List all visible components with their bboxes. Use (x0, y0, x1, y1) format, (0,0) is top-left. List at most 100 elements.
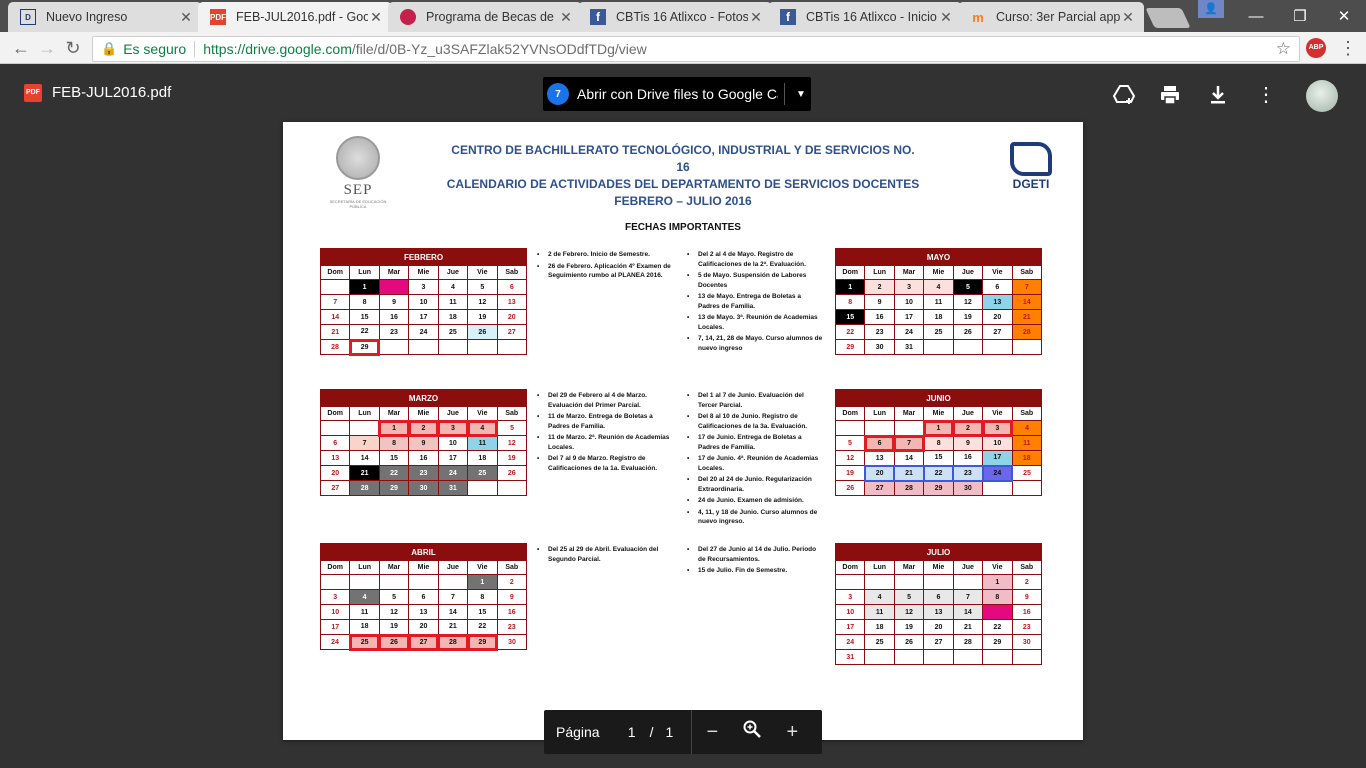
tab-feb-jul2016-pdf[interactable]: PDF FEB-JUL2016.pdf - Goog ✕ (198, 2, 392, 32)
adblock-plus-icon[interactable]: ABP (1306, 38, 1326, 58)
calendar-day-cell: 12 (834, 450, 866, 466)
calendar-day-cell: 26 (378, 633, 410, 651)
tab-nuevo-ingreso[interactable]: D Nuevo Ingreso ✕ (8, 2, 202, 32)
calendar-day-cell: 14 (893, 450, 925, 466)
weekday-header: Mie (408, 560, 439, 575)
calendar-day-cell: 11 (349, 604, 380, 620)
back-arrow-icon[interactable]: ← (10, 38, 32, 60)
url-host: https://drive.google.com (203, 41, 352, 57)
calendar-day-cell: 7 (952, 589, 984, 605)
more-options-icon[interactable]: ⋮ (1254, 83, 1278, 107)
close-icon[interactable]: ✕ (558, 9, 574, 26)
close-icon[interactable]: ✕ (748, 9, 764, 26)
calendar-day-cell: 2 (407, 419, 440, 437)
calendar-day-cell: 26 (496, 465, 528, 481)
bookmark-star-icon[interactable]: ☆ (1276, 39, 1291, 59)
page-number-input[interactable]: 1 (626, 724, 638, 740)
tab-programa-becas[interactable]: Programa de Becas de E ✕ (388, 2, 582, 32)
calendar-day-cell (349, 574, 380, 590)
window-close-icon[interactable]: ✕ (1322, 0, 1366, 32)
calendar-day-cell: 17 (437, 450, 469, 466)
calendar-day-cell: 2 (1011, 574, 1043, 590)
calendar-day-cell: 1 (378, 419, 410, 437)
weekday-header: Vie (467, 265, 498, 280)
calendar-week-row: 3456789 (319, 589, 528, 605)
avatar[interactable] (1306, 80, 1338, 112)
calendar-day-cell (982, 649, 1013, 665)
calendar-day-cell (378, 574, 410, 590)
weekday-header: Vie (467, 406, 498, 421)
calendar-day-cell: 6 (923, 589, 954, 605)
calendar-mayo: MAYO Dom Lun Mar Mie Jue Vie Sab 1 2 3 4 5 6 7 8 9 10 11 12… (834, 248, 1043, 355)
calendar-junio: JUNIO Dom Lun Mar Mie Jue Vie Sab 1 2 3 4 5 6 7 8 9 10 11 1… (834, 389, 1043, 496)
calendar-day-cell: 1 (349, 279, 380, 295)
calendar-day-cell: 16 (864, 309, 895, 325)
chrome-menu-icon[interactable]: ⋮ (1338, 36, 1358, 60)
calendar-day-cell: 23 (864, 324, 895, 340)
calendar-month-title: ABRIL (320, 543, 527, 561)
maximize-icon[interactable]: ❐ (1278, 0, 1322, 32)
add-to-drive-icon[interactable] (1112, 83, 1136, 107)
zoom-in-icon[interactable]: + (772, 721, 812, 744)
weekday-header: Sab (1011, 560, 1043, 575)
weekday-header: Vie (982, 406, 1013, 421)
calendar-day-cell: 28 (952, 634, 984, 650)
calendar-day-cell: 28 (349, 480, 380, 496)
address-bar[interactable]: 🔒 Es seguro https://drive.google.com /fi… (92, 36, 1300, 62)
calendar-day-cell: 3 (893, 279, 925, 295)
open-with-button[interactable]: 7 Abrir con Drive files to Google Cal...… (543, 77, 811, 111)
chevron-down-icon[interactable]: ▼ (791, 89, 811, 100)
close-icon[interactable]: ✕ (938, 9, 954, 26)
calendar-day-cell: 5 (834, 435, 866, 451)
weekday-header: Lun (349, 265, 380, 280)
download-icon[interactable] (1206, 83, 1230, 107)
calendar-month-title: JUNIO (835, 389, 1042, 407)
close-icon[interactable]: ✕ (178, 9, 194, 26)
calendar-day-cell: 21 (349, 465, 380, 481)
calendar-day-cell (437, 574, 469, 590)
weekday-header: Dom (834, 406, 866, 421)
tab-curso-3er-parcial[interactable]: m Curso: 3er Parcial apps y ✕ (958, 2, 1144, 32)
calendar-day-cell: 4 (923, 279, 954, 295)
calendar-day-cell: 5 (378, 589, 410, 605)
calendar-day-cell: 30 (496, 634, 528, 650)
calendar-day-cell: 4 (466, 419, 499, 437)
calendar-day-cell: 23 (408, 465, 439, 481)
calendar-day-cell: 18 (437, 309, 469, 325)
calendar-day-cell: 30 (408, 480, 439, 496)
minimize-icon[interactable]: — (1234, 0, 1278, 32)
calendar-month-title: JULIO (835, 543, 1042, 561)
note-item: 5 de Mayo. Suspensión de Labores Docente… (687, 271, 823, 290)
forward-arrow-icon[interactable]: → (36, 38, 58, 60)
calendar-week-row: 123456 (319, 279, 528, 295)
calendar-day-cell: 14 (1011, 294, 1043, 310)
calendar-week-row: 12 13 14 15 16 17 18 (834, 450, 1043, 466)
calendar-day-cell: 27 (982, 324, 1013, 340)
tab-cbtis-inicio[interactable]: f CBTis 16 Atlixco - Inicio ✕ (768, 2, 962, 32)
calendar-day-cell: 1 (834, 279, 866, 295)
calendar-week-row: 22 23 24 25 26 27 28 (834, 324, 1043, 340)
zoom-reset-icon[interactable] (732, 719, 772, 745)
calendar-day-cell: 26 (467, 324, 498, 340)
weekday-header: Sab (1011, 265, 1043, 280)
calendar-week-row: 3456789 (834, 589, 1043, 605)
zoom-out-icon[interactable]: − (692, 721, 732, 744)
close-icon[interactable]: ✕ (368, 9, 384, 26)
note-item: 26 de Febrero. Aplicación 4º Examen de S… (537, 262, 677, 281)
note-item: 17 de Junio. 4ª. Reunión de Academias Lo… (687, 454, 825, 473)
calendar-day-cell (1011, 649, 1043, 665)
tab-cbtis-fotos[interactable]: f CBTis 16 Atlixco - Fotos ✕ (578, 2, 772, 32)
calendar-day-cell: 8 (378, 435, 410, 451)
calendar-day-cell: 7 (1011, 279, 1043, 295)
weekday-header: Mar (893, 406, 925, 421)
weekday-header: Lun (864, 406, 895, 421)
calendar-day-cell: 3 (319, 589, 351, 605)
reload-icon[interactable]: ↻ (62, 38, 84, 60)
profile-icon[interactable]: 👤 (1198, 0, 1224, 18)
weekday-header: Vie (982, 560, 1013, 575)
print-icon[interactable] (1158, 83, 1182, 107)
calendar-day-cell: 22 (467, 619, 498, 635)
new-tab-button[interactable] (1145, 8, 1191, 28)
calendar-day-cell: 29 (982, 634, 1013, 650)
close-icon[interactable]: ✕ (1120, 9, 1136, 26)
